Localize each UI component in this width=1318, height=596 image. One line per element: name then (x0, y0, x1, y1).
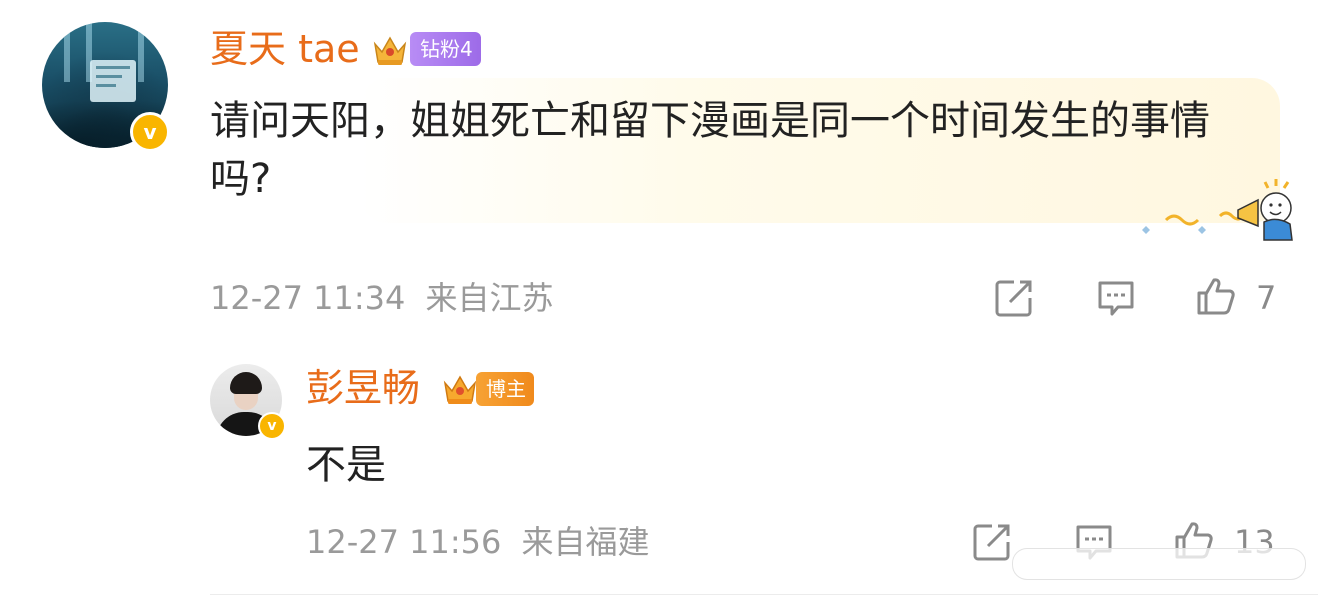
comment-icon[interactable] (1096, 278, 1136, 318)
username[interactable]: 夏天 tae (210, 27, 360, 71)
share-icon[interactable] (972, 522, 1012, 562)
divider (210, 594, 1318, 595)
timestamp: 12-27 11:34 (210, 279, 406, 317)
blogger-badge: 博主 (476, 372, 534, 406)
location: 来自江苏 (425, 279, 554, 317)
watermark (1012, 548, 1306, 580)
reply-meta: 12-27 11:56 来自福建 (306, 522, 650, 562)
verified-badge: v (258, 412, 286, 440)
crown-icon (443, 375, 477, 404)
comment-meta: 12-27 11:34 来自江苏 (210, 278, 554, 318)
reply-text: 不是 (306, 442, 386, 488)
verified-badge: v (130, 112, 170, 152)
timestamp: 12-27 11:56 (306, 523, 502, 561)
crown-icon (373, 36, 407, 65)
share-icon[interactable] (994, 278, 1034, 318)
reply-username[interactable]: 彭昱畅 (306, 366, 420, 410)
comment-text: 请问天阳，姐姐死亡和留下漫画是同一个时间发生的事情吗? (210, 98, 1210, 202)
location: 来自福建 (521, 523, 650, 561)
megaphone-mascot-icon (1142, 179, 1293, 241)
fan-level-badge[interactable]: 钻粉4 (410, 32, 481, 66)
avatar-sign (90, 60, 136, 102)
like-count: 7 (1256, 279, 1277, 317)
thumbs-up-icon[interactable] (1196, 276, 1236, 316)
